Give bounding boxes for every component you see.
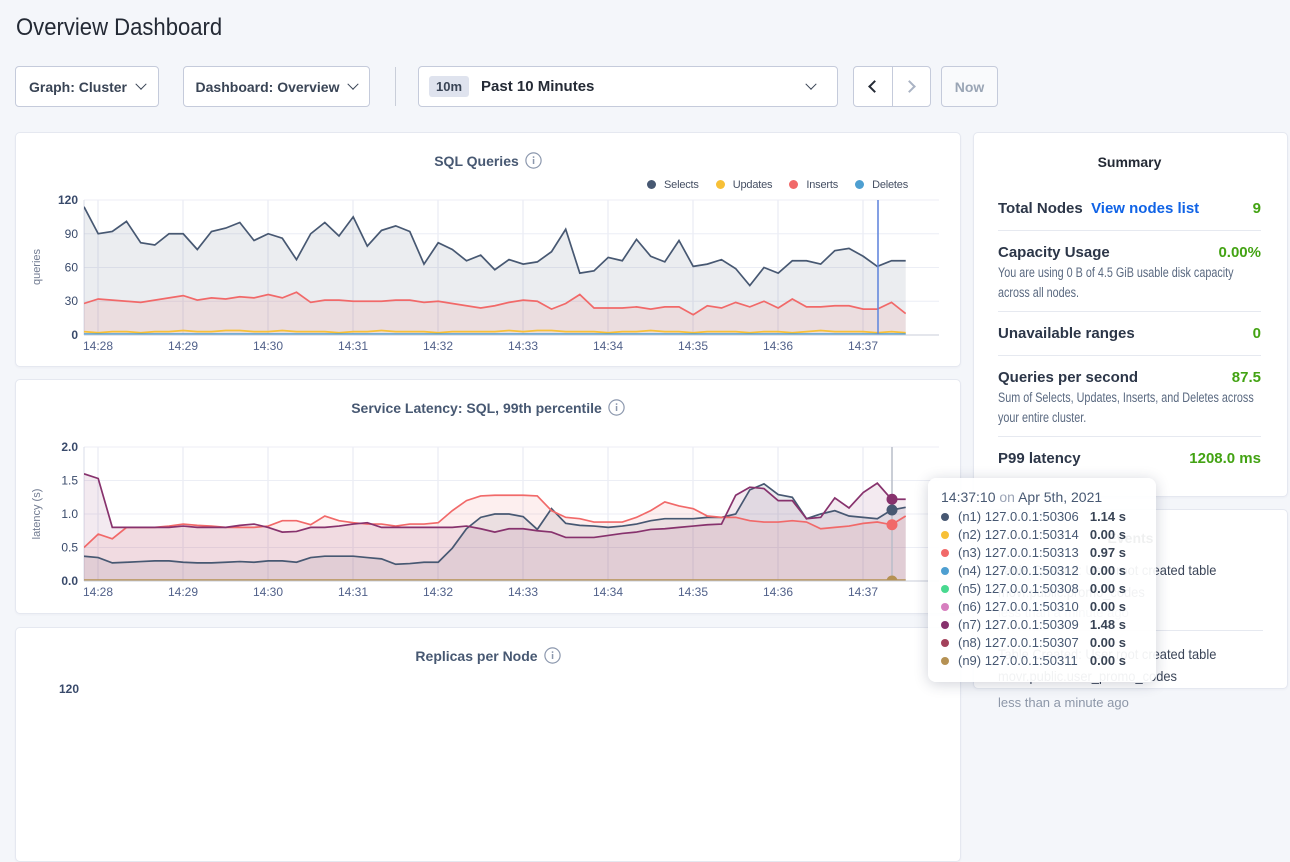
svg-text:30: 30 (65, 294, 79, 308)
svg-text:14:30: 14:30 (253, 339, 283, 353)
svg-text:14:28: 14:28 (83, 339, 113, 353)
svg-text:60: 60 (65, 261, 79, 275)
svg-text:14:30: 14:30 (253, 585, 283, 599)
svg-text:14:33: 14:33 (508, 585, 538, 599)
svg-text:14:32: 14:32 (423, 585, 453, 599)
svg-text:14:31: 14:31 (338, 585, 368, 599)
svg-text:120: 120 (58, 193, 78, 207)
svg-text:14:37: 14:37 (848, 339, 878, 353)
svg-text:0.5: 0.5 (61, 541, 78, 555)
svg-text:14:34: 14:34 (593, 339, 623, 353)
svg-text:1.5: 1.5 (61, 474, 78, 488)
svg-text:14:33: 14:33 (508, 339, 538, 353)
svg-text:14:35: 14:35 (678, 585, 708, 599)
svg-text:queries: queries (31, 248, 43, 285)
svg-text:14:29: 14:29 (168, 585, 198, 599)
svg-text:14:34: 14:34 (593, 585, 623, 599)
svg-text:0: 0 (71, 328, 78, 342)
svg-text:14:29: 14:29 (168, 339, 198, 353)
svg-text:0.0: 0.0 (61, 574, 78, 588)
svg-text:14:37: 14:37 (848, 585, 878, 599)
svg-text:14:35: 14:35 (678, 339, 708, 353)
svg-text:14:28: 14:28 (83, 585, 113, 599)
svg-text:14:36: 14:36 (763, 585, 793, 599)
svg-text:14:36: 14:36 (763, 339, 793, 353)
svg-text:latency (s): latency (s) (31, 489, 43, 540)
svg-text:2.0: 2.0 (61, 440, 78, 454)
svg-text:90: 90 (65, 227, 79, 241)
svg-text:1.0: 1.0 (61, 507, 78, 521)
svg-text:14:31: 14:31 (338, 339, 368, 353)
svg-text:14:32: 14:32 (423, 339, 453, 353)
